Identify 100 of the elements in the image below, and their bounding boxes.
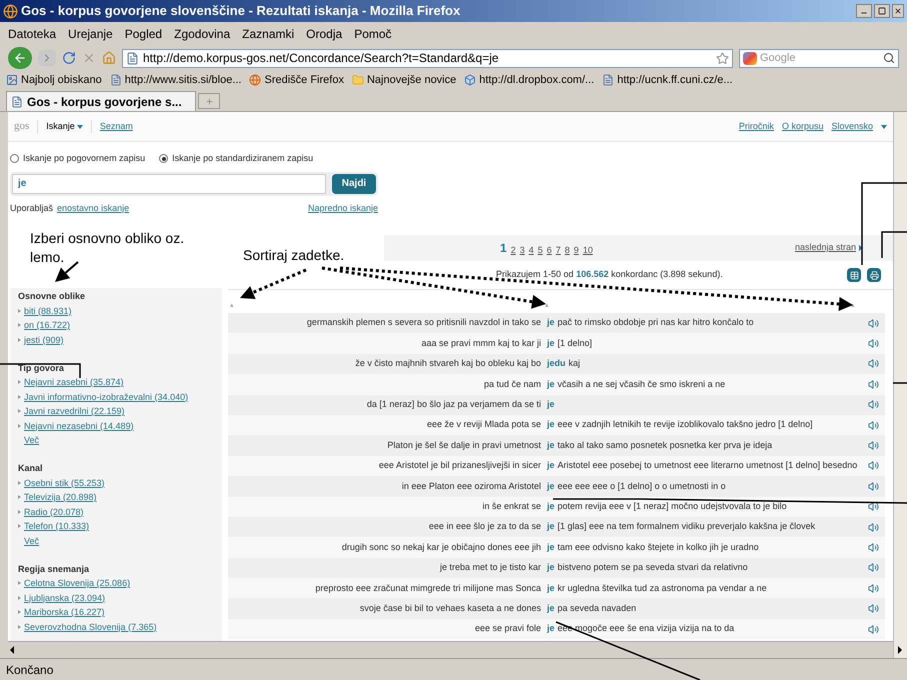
nav-link[interactable]: O korpusu xyxy=(782,120,824,134)
filter-link[interactable]: Radio (20.078) xyxy=(24,506,84,518)
keyword[interactable]: je xyxy=(547,378,555,392)
filter-link[interactable]: Severovzhodna Slovenija (7.365) xyxy=(24,620,157,632)
site-logo[interactable]: gos xyxy=(14,118,30,135)
page-link[interactable]: 7 xyxy=(556,244,561,257)
list-link[interactable]: Seznam xyxy=(90,120,133,134)
concordance-row[interactable]: drugih sonc so nekaj kar je običajno dones eee jih je tam eee odvisno kako štejete in kolko jih je uradno xyxy=(228,537,885,558)
page-link[interactable]: 10 xyxy=(582,244,593,257)
filter-link[interactable]: Nejavni nezasebni (14.489) xyxy=(24,420,134,432)
concordance-row[interactable]: je treba met to je tisto kar je bistveno potem se pa seveda stvari da relativno xyxy=(228,558,885,578)
page-link[interactable]: 2 xyxy=(510,244,516,257)
concordance-row[interactable]: eee in eee šlo je za to da se je [1 glas] eee na tem formalnem vidiku preverjalo kakšna je človek xyxy=(228,516,885,538)
filter-link[interactable]: Javni informativno-izobraževalni (34.040) xyxy=(24,390,188,402)
page-link[interactable]: 8 xyxy=(564,244,570,257)
table-button[interactable] xyxy=(847,268,861,282)
filter-link[interactable]: Celotna Slovenija (25.086) xyxy=(24,577,130,589)
filter-link[interactable]: Osebni stik (55.253) xyxy=(24,476,105,488)
more-link[interactable]: Več xyxy=(24,434,214,446)
filter-link[interactable]: jesti (909) xyxy=(24,334,64,346)
keyword[interactable]: jedu xyxy=(547,357,566,371)
keyword[interactable]: je xyxy=(547,561,555,575)
keyword[interactable]: je xyxy=(547,540,555,554)
radio-button[interactable] xyxy=(159,154,168,164)
nav-link[interactable]: Priročnik xyxy=(738,120,774,134)
filter-link[interactable]: biti (88.931) xyxy=(24,304,72,316)
vertical-scrollbar[interactable] xyxy=(893,112,907,658)
page-link[interactable]: 5 xyxy=(538,244,543,257)
menu-item[interactable]: Zaznamki xyxy=(242,25,294,43)
keyword[interactable]: je xyxy=(547,459,555,473)
page-link[interactable]: 3 xyxy=(520,244,525,257)
page-link[interactable]: 6 xyxy=(546,244,552,257)
radio-button[interactable] xyxy=(10,154,19,164)
concordance-row[interactable]: da [1 neraz] bo šlo jaz pa verjamem da se ti je xyxy=(228,394,885,415)
filter-link[interactable]: Nejavni zasebni (35.874) xyxy=(24,376,124,388)
scroll-right-icon[interactable] xyxy=(898,646,902,654)
concordance-row[interactable]: Platon je šel še dalje in pravi umetnost je tako al tako samo posnetek posnetka ker prva je ideja xyxy=(228,435,885,456)
concordance-row[interactable]: aaa se pravi mmm kaj to kar ji je [1 delno] xyxy=(228,333,885,354)
menu-item[interactable]: Orodja xyxy=(306,25,342,43)
keyword[interactable]: je xyxy=(547,438,555,452)
bookmark-link[interactable]: http://dl.dropbox.com/... xyxy=(479,72,594,88)
bookmark-link[interactable]: http://www.sitis.si/bloe... xyxy=(124,72,242,88)
concordance-row[interactable]: eee Aristotel je bil prizanesljivejši in sicer je Aristotel eee posebej to umetnost eee literarno umetnost [1 delno] besedno xyxy=(228,456,885,476)
concordance-row[interactable]: eee že v reviji Mlada pota se je eee v zadnjih letnikih te revije izoblikovalo takšno jedro [1 delno] xyxy=(228,414,885,436)
query-field[interactable]: je xyxy=(12,174,326,194)
page-link[interactable]: 9 xyxy=(574,244,579,257)
bookmark-link[interactable]: Najbolj obiskano xyxy=(21,72,102,88)
speaker-icon[interactable] xyxy=(868,501,879,512)
concordance-row[interactable]: in eee Platon eee oziroma Aristotel je eee eee eee o [1 delno] o o umetnosti in o xyxy=(228,476,885,497)
keyword[interactable]: je xyxy=(547,398,555,412)
keyword[interactable]: je xyxy=(547,336,555,350)
menu-item[interactable]: Zgodovina xyxy=(174,25,230,43)
back-button[interactable] xyxy=(8,47,32,69)
search-button[interactable]: Najdi xyxy=(332,174,376,194)
keyword[interactable]: je xyxy=(547,418,555,432)
keyword[interactable]: je xyxy=(547,622,555,636)
menu-item[interactable]: Datoteka xyxy=(8,25,56,43)
filter-link[interactable]: Mariborska (16.227) xyxy=(24,606,105,618)
print-button[interactable] xyxy=(867,268,881,282)
page-link[interactable]: 4 xyxy=(528,244,534,257)
close-button[interactable] xyxy=(892,4,904,18)
menu-item[interactable]: Urejanje xyxy=(68,25,113,43)
concordance-row[interactable]: že v čisto majhnih stvareh kaj bo obleku kaj bo jedu kaj xyxy=(228,354,885,374)
concordance-row[interactable]: germanskih plemen s severa so pritisnili navzdol in tako se je pač to rimsko obdobje pri nas kar hitro končalo to xyxy=(228,313,885,334)
filter-link[interactable]: Ljubljanska (23.094) xyxy=(24,592,106,604)
page-link[interactable]: 1 xyxy=(500,239,507,257)
search-menu[interactable]: Iskanje xyxy=(37,120,83,134)
keyword[interactable]: je xyxy=(547,520,555,534)
filter-link[interactable]: Televizija (20.898) xyxy=(24,491,97,503)
filter-link[interactable]: Telefon (10.333) xyxy=(24,520,90,532)
keyword[interactable]: je xyxy=(547,500,555,514)
bookmark-link[interactable]: http://ucnk.ff.cuni.cz/e... xyxy=(617,72,733,88)
scroll-left-icon[interactable] xyxy=(10,646,14,654)
concordance-row[interactable]: in še enkrat se je potem revija eee v [1 neraz] močno udejstvovala to je bilo xyxy=(228,496,885,517)
simple-search-link[interactable]: enostavno iskanje xyxy=(57,202,130,215)
maximize-button[interactable] xyxy=(874,4,890,18)
more-link[interactable]: Več xyxy=(24,534,214,546)
minimize-button[interactable] xyxy=(856,4,872,18)
reload-icon[interactable] xyxy=(62,51,76,65)
address-field[interactable]: http://demo.korpus-gos.net/Concordance/Search?t=Standard&q=je xyxy=(122,48,733,68)
bookmark-link[interactable]: Najnovejše novice xyxy=(366,72,456,88)
concordance-row[interactable]: pa tud če nam je včasih a ne sej včasih če smo iskreni a ne xyxy=(228,374,885,395)
language-menu[interactable]: Slovensko xyxy=(831,120,873,134)
bookmark-link[interactable]: Središče Firefox xyxy=(264,72,344,88)
filter-link[interactable]: Javni razvedrilni (22.159) xyxy=(24,405,125,417)
search-field[interactable]: Google xyxy=(739,48,899,68)
keyword[interactable]: je xyxy=(547,316,555,330)
star-icon[interactable] xyxy=(716,52,729,64)
concordance-row[interactable]: preprosto eee zračunat mimgrede tri milijone mas Sonca je kr ugledna številka tud za astronoma pa vendar a ne xyxy=(228,578,885,598)
search-icon[interactable] xyxy=(883,52,895,64)
menu-item[interactable]: Pogled xyxy=(124,25,162,43)
advanced-search-link[interactable]: Napredno iskanje xyxy=(308,202,378,215)
filter-link[interactable]: on (16.722) xyxy=(24,319,70,331)
browser-tab[interactable]: Gos - korpus govorjene s... xyxy=(6,91,196,111)
keyword[interactable]: je xyxy=(547,582,555,596)
concordance-row[interactable]: svoje čase bi bil to vehaes kaseta a ne dones je pa seveda navaden xyxy=(228,598,885,619)
keyword[interactable]: je xyxy=(547,480,555,494)
next-page-link[interactable]: naslednja stran xyxy=(794,241,856,255)
keyword[interactable]: je xyxy=(547,602,555,616)
menu-item[interactable]: Pomoč xyxy=(354,25,392,43)
